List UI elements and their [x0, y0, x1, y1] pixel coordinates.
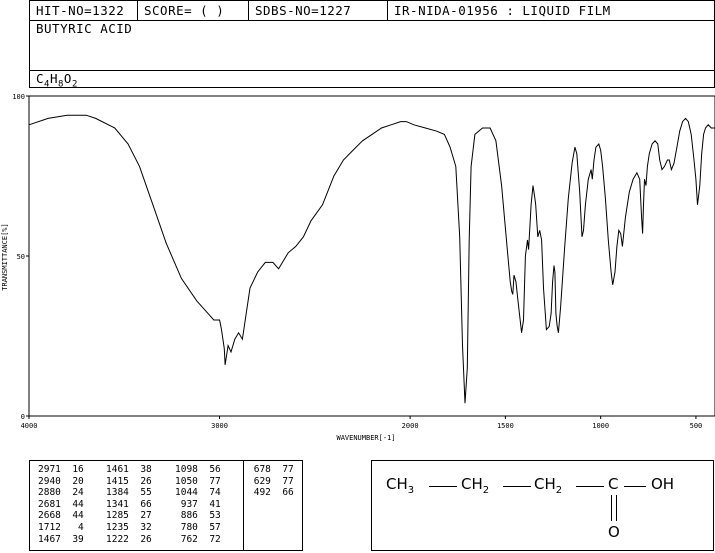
x-tick-label: 3000: [211, 422, 228, 430]
peak-entry: 1098 56: [175, 464, 221, 475]
peak-entry: 2668 44: [38, 510, 84, 522]
score: SCORE= ( ): [138, 1, 249, 20]
carbonyl-oxygen: O: [608, 523, 620, 541]
header-row: HIT-NO=1322 SCORE= ( ) SDBS-NO=1227 IR-N…: [30, 1, 714, 21]
peak-entry: 780 57: [175, 521, 221, 533]
peak-entry: 2880 24: [38, 487, 84, 499]
peak-entry: 1415 26: [106, 475, 152, 487]
x-tick-label: 1500: [497, 422, 514, 430]
compound-name: BUTYRIC ACID: [36, 21, 133, 36]
x-tick-label: 1000: [592, 422, 609, 430]
x-tick-label: 500: [690, 422, 703, 430]
peak-table: 2971 16 2940 20 2880 24 2681 44 2668 44 1712 …: [29, 460, 303, 551]
peak-col-3: 1098 56 1050 77 1044 74 937 41 886 53 780 …: [175, 464, 221, 545]
peak-entry: 629 77: [248, 475, 294, 487]
peak-entry: 2971 16: [38, 464, 84, 475]
formula: C4H8O2: [30, 70, 714, 90]
peak-entry: 2681 44: [38, 498, 84, 510]
peak-col-4: 678 77 629 77 492 66: [248, 464, 294, 499]
hit-no: HIT-NO=1322: [30, 1, 138, 20]
carbonyl-carbon: C: [608, 475, 619, 493]
peak-entry: 1285 27: [106, 510, 152, 522]
structure-box: CH3 CH2 CH2 C OH O: [371, 460, 714, 551]
hydroxyl-group: OH: [651, 475, 675, 493]
peak-entry: 492 66: [248, 487, 294, 499]
x-tick-label: 4000: [21, 422, 38, 430]
bond-2: [503, 486, 531, 487]
peak-entry: 1712 4: [38, 521, 84, 533]
y-tick-label: 50: [17, 253, 25, 261]
peak-entry: 762 72: [175, 533, 221, 545]
bond-3: [576, 486, 604, 487]
ir-id: IR-NIDA-01956 : LIQUID FILM: [394, 3, 611, 18]
ch2-group-b: CH2: [534, 475, 563, 496]
table-divider: [243, 461, 244, 550]
peak-entry: 2940 20: [38, 475, 84, 487]
header-box: HIT-NO=1322 SCORE= ( ) SDBS-NO=1227 IR-N…: [29, 0, 715, 90]
peak-entry: 1235 32: [106, 521, 152, 533]
y-tick-label: 0: [21, 413, 25, 421]
peak-entry: 1044 74: [175, 487, 221, 499]
sdbs-no: SDBS-NO=1227: [249, 1, 388, 20]
spectrum-line: [28, 114, 715, 404]
double-bond-a: [611, 495, 612, 521]
peak-col-2: 1461 38 1415 26 1384 55 1341 66 1285 27 1235 …: [106, 464, 152, 545]
y-axis-label: TRANSMITTANCE[%]: [1, 223, 9, 290]
peak-col-1: 2971 16 2940 20 2880 24 2681 44 2668 44 1712 …: [38, 464, 84, 545]
peak-entry: 678 77: [248, 464, 294, 475]
ch3-group: CH3: [386, 475, 415, 496]
plot-frame: [28, 95, 715, 417]
bond-4: [624, 486, 646, 487]
peak-entry: 1461 38: [106, 464, 152, 475]
peak-entry: 1341 66: [106, 498, 152, 510]
ch2-group-a: CH2: [461, 475, 490, 496]
peak-entry: 1050 77: [175, 475, 221, 487]
peak-entry: 1467 39: [38, 533, 84, 545]
peak-entry: 1384 55: [106, 487, 152, 499]
peak-entry: 886 53: [175, 510, 221, 522]
peak-entry: 937 41: [175, 498, 221, 510]
peak-entry: 1222 26: [106, 533, 152, 545]
x-axis-label: WAVENUMBER[-1]: [336, 434, 395, 442]
ir-spectrum-chart: 0 50 100 4000 3000 2000 1500 1000 500 WAVENUMBE…: [1, 93, 715, 442]
y-tick-label: 100: [12, 93, 25, 101]
double-bond-b: [616, 495, 617, 521]
x-tick-label: 2000: [402, 422, 419, 430]
bond-1: [429, 486, 457, 487]
